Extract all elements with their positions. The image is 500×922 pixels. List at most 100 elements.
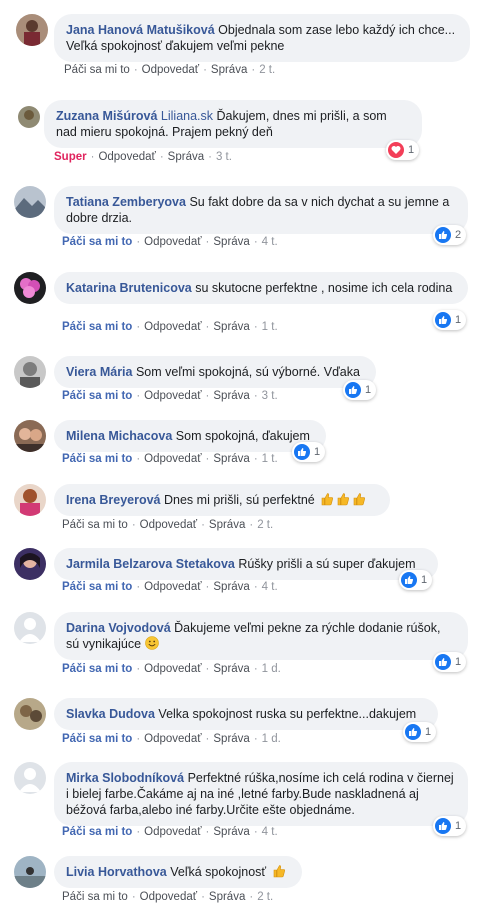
comment-author[interactable]: Livia Horvathova [66, 865, 167, 879]
reply-link[interactable]: Odpovedať [98, 151, 155, 163]
message-link[interactable]: Správa [213, 453, 249, 465]
comment-bubble: Livia Horvathova Veľká spokojnosť [54, 856, 302, 888]
message-link[interactable]: Správa [213, 321, 249, 333]
reply-link[interactable]: Odpovedať [144, 453, 201, 465]
comment-author[interactable]: Jarmila Belzarova Stetakova [66, 557, 235, 571]
comment-time[interactable]: 2 t. [257, 519, 273, 531]
thumbs-up-icon [401, 572, 417, 588]
message-link[interactable]: Správa [213, 826, 249, 838]
message-link[interactable]: Správa [209, 519, 245, 531]
comment-author[interactable]: Mirka Slobodníková [66, 771, 184, 785]
avatar[interactable] [14, 186, 46, 218]
reaction-number: 1 [365, 384, 372, 396]
reply-link[interactable]: Odpovedať [144, 390, 201, 402]
like-link[interactable]: Páči sa mi to [62, 390, 132, 402]
comment: Tatiana Zemberyova Su fakt dobre da sa v… [0, 180, 500, 260]
comment-bubble: Jarmila Belzarova Stetakova Rúšky prišli… [54, 548, 438, 580]
comment-time[interactable]: 4 t. [262, 581, 278, 593]
reaction-count[interactable]: 1 [292, 442, 326, 462]
comment-time[interactable]: 2 t. [259, 64, 275, 76]
avatar[interactable] [14, 356, 46, 388]
comment-author[interactable]: Katarina Brutenicova [66, 281, 192, 295]
reaction-number: 2 [455, 229, 462, 241]
comment-actions: Páči sa mi to · Odpovedať · Správa · 1 t. [62, 453, 278, 465]
avatar[interactable] [14, 548, 46, 580]
reaction-count[interactable]: 1 [386, 140, 420, 160]
comment-time[interactable]: 1 t. [262, 453, 278, 465]
comment-text: Rúšky prišli a sú super ďakujem [238, 557, 416, 571]
avatar[interactable] [14, 612, 46, 644]
like-link[interactable]: Páči sa mi to [62, 519, 128, 531]
comment-bubble: Slavka Dudova Velka spokojnost ruska su … [54, 698, 438, 730]
reply-link[interactable]: Odpovedať [144, 321, 201, 333]
reply-link[interactable]: Odpovedať [144, 581, 201, 593]
avatar[interactable] [14, 856, 46, 888]
message-link[interactable]: Správa [213, 733, 249, 745]
avatar[interactable] [16, 14, 48, 46]
reply-link[interactable]: Odpovedať [144, 826, 201, 838]
reaction-count[interactable]: 1 [403, 722, 437, 742]
reaction-count[interactable]: 1 [399, 570, 433, 590]
thumbs-up-icon [435, 654, 451, 670]
comment-bubble: Zuzana Mišúrová Liliana.sk Ďakujem, dnes… [44, 100, 422, 148]
comment-author[interactable]: Viera Mária [66, 365, 132, 379]
like-link[interactable]: Páči sa mi to [62, 581, 132, 593]
like-link[interactable]: Páči sa mi to [62, 733, 132, 745]
reply-link[interactable]: Odpovedať [142, 64, 199, 76]
comment-author[interactable]: Jana Hanová Matušiková [66, 23, 215, 37]
avatar[interactable] [14, 698, 46, 730]
like-link[interactable]: Super [54, 151, 87, 163]
reply-link[interactable]: Odpovedať [144, 733, 201, 745]
reaction-count[interactable]: 1 [433, 652, 467, 672]
comment-author[interactable]: Slavka Dudova [66, 707, 155, 721]
avatar[interactable] [14, 420, 46, 452]
message-link[interactable]: Správa [213, 663, 249, 675]
reaction-count[interactable]: 1 [343, 380, 377, 400]
comment-time[interactable]: 4 t. [262, 236, 278, 248]
comment-bubble: Katarina Brutenicova su skutocne perfekt… [54, 272, 468, 304]
message-link[interactable]: Správa [209, 891, 245, 903]
message-link[interactable]: Správa [168, 151, 204, 163]
comment-time[interactable]: 1 d. [262, 733, 281, 745]
avatar[interactable] [18, 106, 40, 128]
avatar[interactable] [14, 272, 46, 304]
comment-text: Som veľmi spokojná, sú výborné. Vďaka [135, 365, 360, 379]
avatar[interactable] [14, 762, 46, 794]
avatar[interactable] [14, 484, 46, 516]
brand-link[interactable]: Liliana.sk [161, 109, 213, 123]
comment-author[interactable]: Milena Michacova [66, 429, 172, 443]
comment-time[interactable]: 3 t. [216, 151, 232, 163]
comment-author[interactable]: Zuzana Mišúrová [56, 109, 157, 123]
comment: Zuzana Mišúrová Liliana.sk Ďakujem, dnes… [0, 98, 500, 178]
message-link[interactable]: Správa [213, 390, 249, 402]
like-link[interactable]: Páči sa mi to [62, 826, 132, 838]
comment-time[interactable]: 1 d. [262, 663, 281, 675]
comment-time[interactable]: 4 t. [262, 826, 278, 838]
comment-time[interactable]: 2 t. [257, 891, 273, 903]
comment-time[interactable]: 3 t. [262, 390, 278, 402]
like-link[interactable]: Páči sa mi to [62, 236, 132, 248]
like-link[interactable]: Páči sa mi to [62, 891, 128, 903]
message-link[interactable]: Správa [213, 236, 249, 248]
comment-time[interactable]: 1 t. [262, 321, 278, 333]
reply-link[interactable]: Odpovedať [144, 663, 201, 675]
reply-link[interactable]: Odpovedať [140, 891, 197, 903]
reaction-count[interactable]: 2 [433, 225, 467, 245]
message-link[interactable]: Správa [213, 581, 249, 593]
reaction-number: 1 [408, 144, 415, 156]
reply-link[interactable]: Odpovedať [144, 236, 201, 248]
like-link[interactable]: Páči sa mi to [64, 64, 130, 76]
comment-author[interactable]: Tatiana Zemberyova [66, 195, 186, 209]
message-link[interactable]: Správa [211, 64, 247, 76]
reaction-count[interactable]: 1 [433, 310, 467, 330]
reaction-count[interactable]: 1 [433, 816, 467, 836]
like-link[interactable]: Páči sa mi to [62, 663, 132, 675]
comment-text: su skutocne perfektne , nosime ich cela … [195, 281, 453, 295]
like-link[interactable]: Páči sa mi to [62, 321, 132, 333]
comment-actions: Páči sa mi to · Odpovedať · Správa · 2 t. [62, 891, 274, 903]
reply-link[interactable]: Odpovedať [140, 519, 197, 531]
like-link[interactable]: Páči sa mi to [62, 453, 132, 465]
thumbs-up-icon [435, 227, 451, 243]
comment-author[interactable]: Darina Vojvodová [66, 621, 171, 635]
comment-author[interactable]: Irena Breyerová [66, 493, 161, 507]
